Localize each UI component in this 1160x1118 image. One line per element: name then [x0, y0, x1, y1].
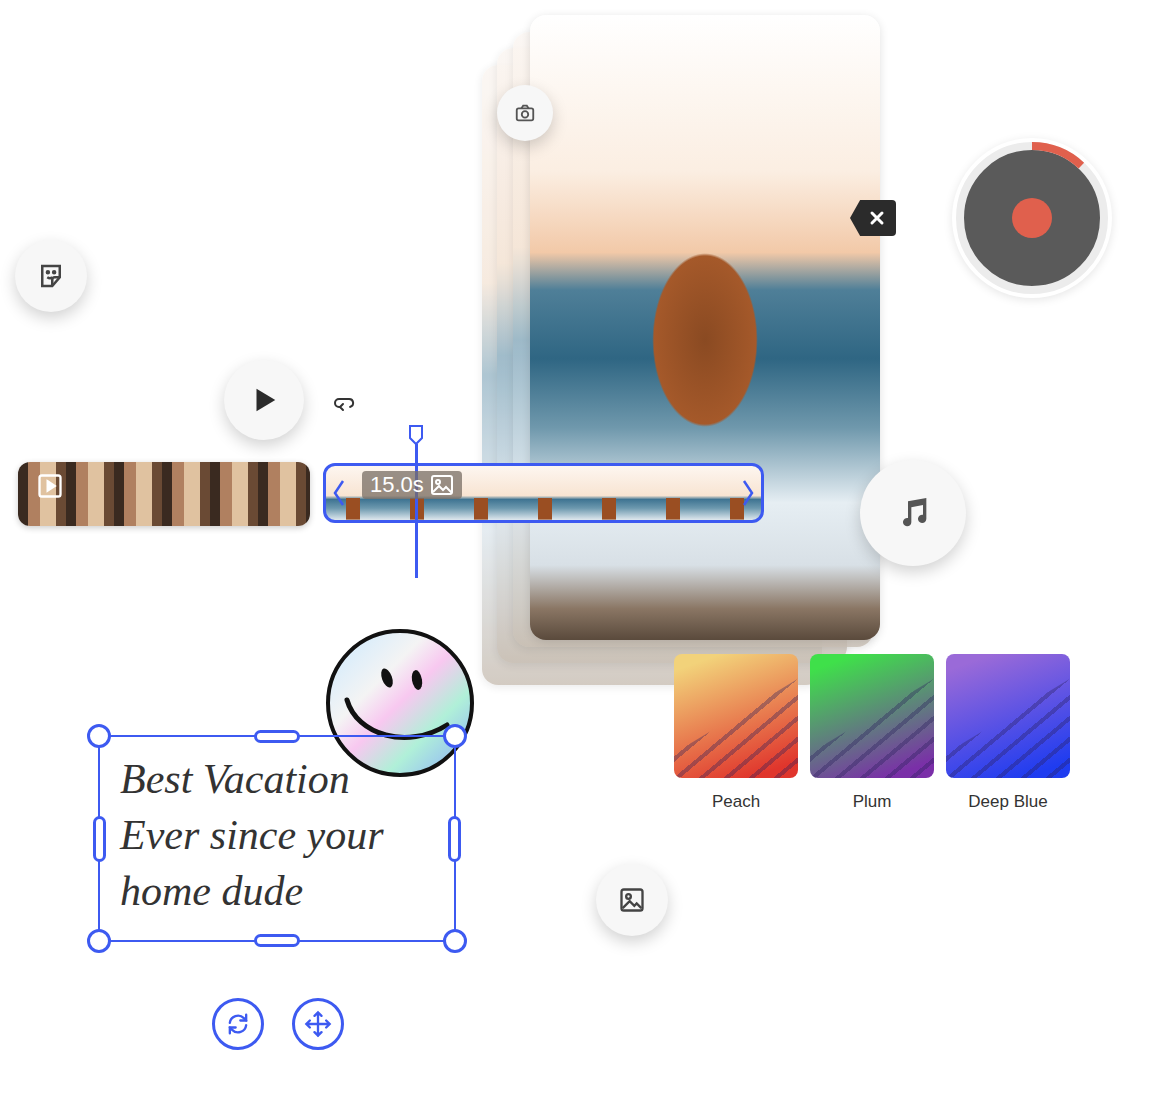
- playhead-knob: [408, 424, 424, 446]
- text-line: Ever since your: [120, 807, 444, 863]
- move-button[interactable]: [292, 998, 344, 1050]
- filter-option[interactable]: Deep Blue: [946, 654, 1070, 812]
- filter-option[interactable]: Peach: [674, 654, 798, 812]
- sticker-button[interactable]: [15, 240, 87, 312]
- music-icon: [893, 493, 933, 533]
- record-progress: [952, 138, 1112, 298]
- sticker-icon: [36, 261, 66, 291]
- playhead[interactable]: [408, 424, 424, 578]
- filter-option[interactable]: Plum: [810, 654, 934, 812]
- play-button[interactable]: [224, 360, 304, 440]
- duration-badge: 15.0s: [362, 471, 462, 499]
- chevron-right-icon: [741, 478, 755, 508]
- text-line: home dude: [120, 863, 444, 919]
- play-icon: [249, 385, 279, 415]
- filter-label: Peach: [712, 792, 760, 812]
- chevron-left-icon: [332, 478, 346, 508]
- camera-button[interactable]: [497, 85, 553, 141]
- image-icon: [430, 474, 454, 496]
- trim-right-handle[interactable]: [741, 478, 755, 508]
- close-icon: [868, 209, 886, 227]
- image-icon: [618, 886, 646, 914]
- filter-thumbnail: [674, 654, 798, 778]
- camera-icon: [514, 102, 536, 124]
- text-line: Best Vacation: [120, 751, 444, 807]
- trim-left-handle[interactable]: [332, 478, 346, 508]
- loop-button[interactable]: [330, 388, 358, 416]
- add-image-button[interactable]: [596, 864, 668, 936]
- text-box[interactable]: Best VacationEver since yourhome dude: [98, 735, 456, 942]
- loop-icon: [332, 390, 356, 414]
- move-icon: [304, 1010, 332, 1038]
- filter-thumbnail: [946, 654, 1070, 778]
- smiley-sticker[interactable]: [325, 628, 475, 778]
- music-button[interactable]: [860, 460, 966, 566]
- filter-thumbnail: [810, 654, 934, 778]
- rotate-button[interactable]: [212, 998, 264, 1050]
- filter-label: Deep Blue: [968, 792, 1047, 812]
- rotate-icon: [224, 1010, 252, 1038]
- dog-photo[interactable]: [530, 15, 880, 640]
- filter-list: Peach Plum Deep Blue: [674, 654, 1070, 812]
- filter-label: Plum: [853, 792, 892, 812]
- video-clip[interactable]: [18, 462, 310, 526]
- editor-canvas: 15.0s Best VacationEver since yourhome d…: [0, 0, 1160, 1118]
- record-button[interactable]: [952, 138, 1112, 298]
- smiley-icon: [325, 628, 475, 778]
- video-icon: [36, 472, 64, 500]
